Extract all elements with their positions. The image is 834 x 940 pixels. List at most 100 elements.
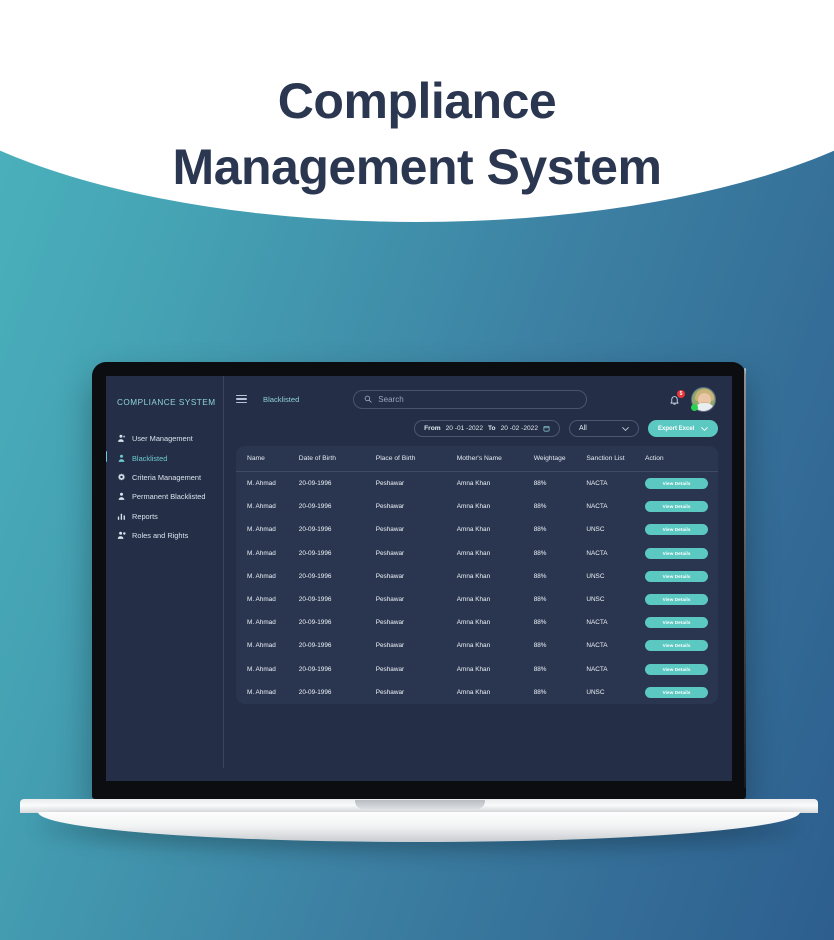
sidebar-item-permanent-blacklisted[interactable]: Permanent Blacklisted: [106, 487, 223, 506]
table-row: M. Ahmad 20-09-1996 Peshawar Amna Khan 88% NA…: [236, 542, 718, 565]
notifications-button[interactable]: 5: [669, 389, 685, 407]
cell-name: M. Ahmad: [247, 619, 276, 627]
cell-name: M. Ahmad: [247, 665, 276, 673]
cell-name: M. Ahmad: [247, 572, 276, 580]
blacklist-table-card: Name Date of Birth Place of Birth Mother…: [236, 446, 718, 704]
sidebar-item-reports[interactable]: Reports: [106, 507, 223, 526]
cell-weightage: 88%: [533, 619, 547, 627]
sidebar-item-user-management[interactable]: User Management: [106, 429, 223, 448]
cell-mothers-name: Amna Khan: [456, 549, 491, 557]
date-range-filter[interactable]: From 20 -01 -2022 To 20 -02 -2022: [414, 420, 560, 437]
cell-weightage: 88%: [533, 549, 547, 557]
column-header-place-of-birth[interactable]: Place of Birth: [375, 446, 457, 472]
cell-action: View Details: [645, 681, 718, 704]
cell-place-of-birth: Peshawar: [375, 549, 405, 557]
cell-date-of-birth: 20-09-1996: [298, 596, 332, 604]
cell-name: M. Ahmad: [247, 549, 276, 557]
search-input[interactable]: Search: [353, 389, 588, 409]
main-content: Blacklisted Search 5 From 20 -01 -2022 T…: [224, 376, 732, 781]
cell-sanction-list: NACTA: [586, 619, 608, 627]
cell-mothers-name: Amna Khan: [456, 526, 491, 534]
cell-action: View Details: [645, 472, 718, 496]
cell-sanction-list: UNSC: [586, 688, 605, 696]
sidebar-item-label: User Management: [132, 434, 193, 444]
view-details-button[interactable]: View Details: [645, 686, 709, 698]
cell-mothers-name: Amna Khan: [456, 480, 491, 488]
calendar-icon: [543, 425, 550, 432]
column-header-weightage[interactable]: Weightage: [533, 446, 587, 472]
chevron-down-icon: [701, 426, 708, 431]
category-select-value: All: [579, 425, 587, 432]
export-excel-button[interactable]: Export Excel: [648, 420, 718, 437]
user-block-icon: [118, 454, 125, 462]
cell-sanction-list: NACTA: [586, 549, 608, 557]
sidebar-nav: User Management Blacklisted Criteria Man…: [106, 429, 223, 545]
table-row: M. Ahmad 20-09-1996 Peshawar Amna Khan 88% NA…: [236, 658, 718, 681]
sidebar-item-blacklisted[interactable]: Blacklisted: [106, 448, 223, 467]
view-details-button[interactable]: View Details: [645, 617, 709, 629]
view-details-button[interactable]: View Details: [645, 501, 709, 513]
laptop-screen: COMPLIANCE SYSTEM User Management Blackl…: [106, 376, 732, 781]
sidebar-item-label: Criteria Management: [132, 472, 202, 482]
category-select[interactable]: All: [569, 420, 639, 437]
view-details-button[interactable]: View Details: [645, 570, 709, 582]
cell-name: M. Ahmad: [247, 526, 276, 534]
cell-action: View Details: [645, 565, 718, 588]
cell-date-of-birth: 20-09-1996: [298, 619, 332, 627]
cell-place-of-birth: Peshawar: [375, 642, 405, 650]
sidebar-item-criteria-management[interactable]: Criteria Management: [106, 468, 223, 487]
view-details-button[interactable]: View Details: [645, 547, 709, 559]
hamburger-line: [236, 394, 247, 397]
view-details-button[interactable]: View Details: [645, 663, 709, 675]
cell-name: M. Ahmad: [247, 596, 276, 604]
cell-sanction-list: UNSC: [586, 526, 605, 534]
application-window: COMPLIANCE SYSTEM User Management Blackl…: [106, 376, 732, 781]
cell-name: M. Ahmad: [247, 688, 276, 696]
cell-date-of-birth: 20-09-1996: [298, 572, 332, 580]
hamburger-line: [236, 401, 247, 404]
cell-mothers-name: Amna Khan: [456, 596, 491, 604]
column-header-sanction-list[interactable]: Sanction List: [586, 446, 646, 472]
cell-sanction-list: UNSC: [586, 596, 605, 604]
sidebar-item-roles-and-rights[interactable]: Roles and Rights: [106, 526, 223, 545]
column-header-action: Action: [645, 446, 718, 472]
column-header-name[interactable]: Name: [236, 446, 299, 472]
cell-mothers-name: Amna Khan: [456, 572, 491, 580]
cell-mothers-name: Amna Khan: [456, 503, 491, 511]
laptop-base-body: [38, 812, 800, 842]
gear-icon: [118, 473, 125, 481]
view-details-button[interactable]: View Details: [645, 524, 709, 536]
view-details-button[interactable]: View Details: [645, 478, 709, 490]
filter-bar: From 20 -01 -2022 To 20 -02 -2022 All Ex…: [224, 420, 732, 437]
cell-place-of-birth: Peshawar: [375, 688, 405, 696]
view-details-button[interactable]: View Details: [645, 594, 709, 606]
laptop-base-notch: [355, 800, 485, 809]
date-from-label: From: [424, 425, 441, 432]
cell-sanction-list: NACTA: [586, 503, 608, 511]
cell-mothers-name: Amna Khan: [456, 688, 491, 696]
sidebar: COMPLIANCE SYSTEM User Management Blackl…: [106, 376, 224, 768]
sidebar-item-label: Blacklisted: [132, 453, 168, 463]
brand-title: COMPLIANCE SYSTEM: [117, 398, 216, 407]
cell-weightage: 88%: [533, 688, 547, 696]
cell-weightage: 88%: [533, 503, 547, 511]
table-body: M. Ahmad 20-09-1996 Peshawar Amna Khan 88% NA…: [236, 472, 718, 704]
cell-place-of-birth: Peshawar: [375, 480, 405, 488]
avatar[interactable]: [691, 386, 716, 412]
view-details-button[interactable]: View Details: [645, 640, 709, 652]
cell-action: View Details: [645, 518, 718, 541]
export-excel-label: Export Excel: [658, 425, 695, 432]
user-icon: [118, 493, 125, 501]
search-icon: [364, 395, 372, 403]
hamburger-icon[interactable]: [236, 394, 247, 404]
cell-action: View Details: [645, 634, 718, 657]
cell-action: View Details: [645, 542, 718, 565]
column-header-date-of-birth[interactable]: Date of Birth: [298, 446, 376, 472]
cell-weightage: 88%: [533, 665, 547, 673]
top-bar: Blacklisted Search 5: [224, 376, 732, 422]
cell-date-of-birth: 20-09-1996: [298, 642, 332, 650]
cell-weightage: 88%: [533, 596, 547, 604]
column-header-mothers-name[interactable]: Mother's Name: [456, 446, 534, 472]
table-header: Name Date of Birth Place of Birth Mother…: [236, 446, 718, 472]
online-status-dot: [691, 403, 698, 411]
